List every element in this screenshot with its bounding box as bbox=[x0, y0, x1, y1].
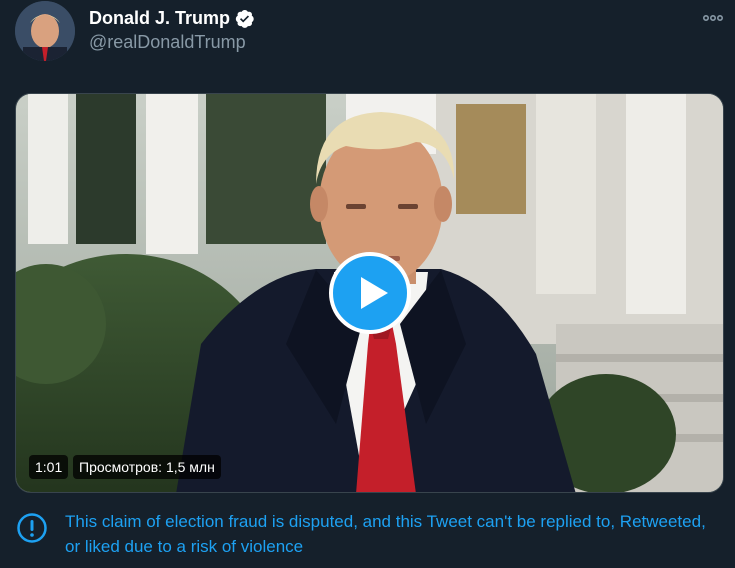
video-duration: 1:01 bbox=[29, 455, 69, 479]
video-view-count: Просмотров: 1,5 млн bbox=[73, 455, 221, 479]
tweet: Donald J. Trump @realDonaldTrump 1:01 Пр… bbox=[0, 0, 735, 568]
verified-badge-icon bbox=[234, 8, 255, 29]
name-row: Donald J. Trump bbox=[89, 6, 255, 30]
avatar[interactable] bbox=[15, 1, 75, 61]
display-name[interactable]: Donald J. Trump bbox=[89, 8, 230, 29]
disputed-notice: This claim of election fraud is disputed… bbox=[15, 509, 720, 559]
exclamation-circle-icon bbox=[15, 511, 49, 545]
video-player[interactable]: 1:01 Просмотров: 1,5 млн bbox=[15, 93, 724, 493]
play-icon bbox=[361, 277, 388, 309]
tweet-header: Donald J. Trump @realDonaldTrump bbox=[89, 6, 255, 53]
avatar-image bbox=[15, 1, 75, 61]
play-button[interactable] bbox=[329, 252, 411, 334]
disputed-notice-text[interactable]: This claim of election fraud is disputed… bbox=[65, 509, 720, 559]
user-handle[interactable]: @realDonaldTrump bbox=[89, 32, 255, 53]
more-options-icon[interactable] bbox=[701, 6, 725, 30]
